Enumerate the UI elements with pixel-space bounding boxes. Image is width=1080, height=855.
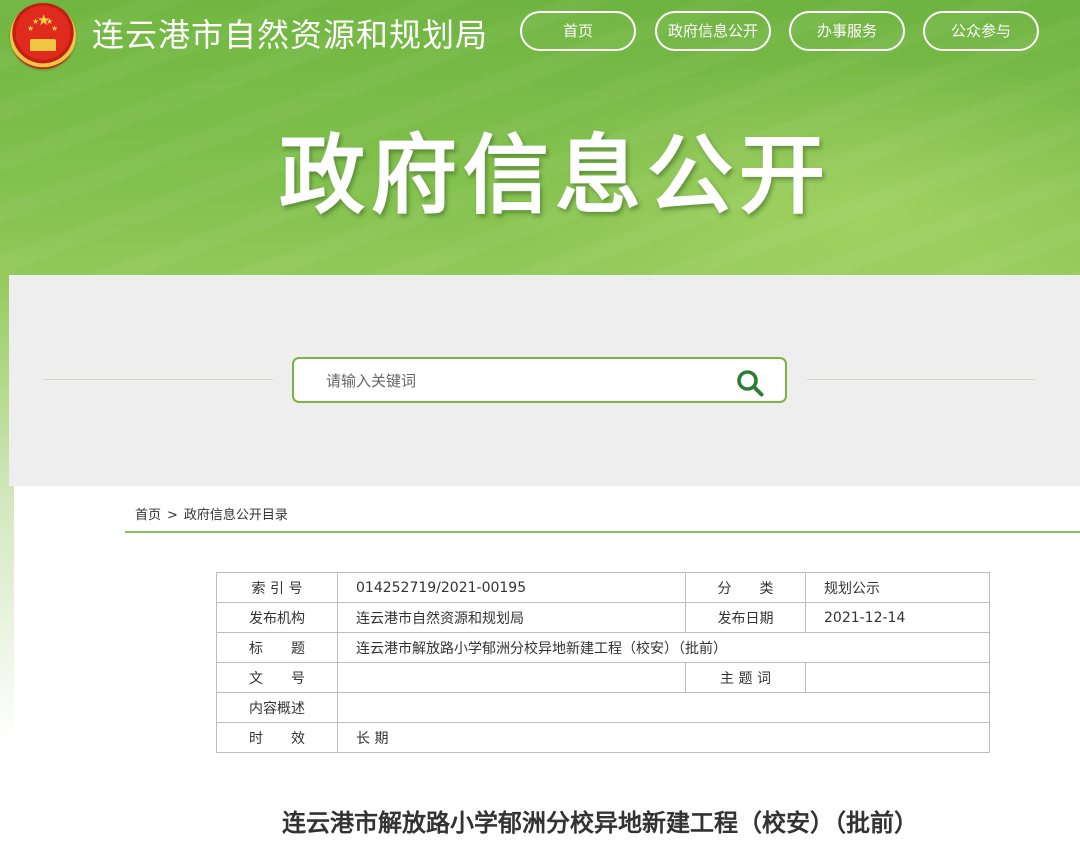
search-panel <box>9 275 1080 486</box>
table-row: 文 号 主 题 词 <box>216 662 990 693</box>
validity-label: 时 效 <box>216 722 338 753</box>
publish-date-label: 发布日期 <box>685 602 806 633</box>
breadcrumb-divider <box>125 531 1080 533</box>
title-label: 标 题 <box>216 632 338 663</box>
search-divider-right <box>807 379 1035 380</box>
search-box <box>292 357 787 403</box>
document-title: 连云港市解放路小学郁洲分校异地新建工程（校安）（批前） <box>282 809 918 837</box>
search-icon[interactable] <box>735 368 765 398</box>
title-value: 连云港市解放路小学郁洲分校异地新建工程（校安）（批前） <box>337 632 990 663</box>
category-label: 分 类 <box>685 572 806 603</box>
summary-value <box>337 692 990 723</box>
breadcrumb-home-link[interactable]: 首页 <box>135 508 161 523</box>
publisher-value: 连云港市自然资源和规划局 <box>337 602 686 633</box>
nav-services-button[interactable]: 办事服务 <box>789 11 905 51</box>
table-row: 内容概述 <box>216 692 990 723</box>
summary-label: 内容概述 <box>216 692 338 723</box>
nav-public-participation-button[interactable]: 公众参与 <box>923 11 1039 51</box>
breadcrumb-current-link[interactable]: 政府信息公开目录 <box>184 508 288 523</box>
publish-date-value: 2021-12-14 <box>805 602 990 633</box>
validity-value: 长 期 <box>337 722 990 753</box>
search-input[interactable] <box>324 369 708 393</box>
table-row: 标 题 连云港市解放路小学郁洲分校异地新建工程（校安）（批前） <box>216 632 990 663</box>
breadcrumb: 首页 > 政府信息公开目录 <box>135 504 288 523</box>
banner-title: 政府信息公开 <box>279 126 831 226</box>
keywords-value <box>805 662 990 693</box>
category-value: 规划公示 <box>805 572 990 603</box>
index-number-label: 索 引 号 <box>216 572 338 603</box>
document-number-value <box>337 662 686 693</box>
site-title[interactable]: 连云港市自然资源和规划局 <box>92 10 488 56</box>
index-number-value: 014252719/2021-00195 <box>337 572 686 603</box>
nav-home-button[interactable]: 首页 <box>520 11 636 51</box>
search-divider-left <box>43 379 273 380</box>
document-number-label: 文 号 <box>216 662 338 693</box>
table-row: 时 效 长 期 <box>216 722 990 753</box>
publisher-label: 发布机构 <box>216 602 338 633</box>
breadcrumb-separator: > <box>167 508 178 523</box>
nav-info-disclosure-button[interactable]: 政府信息公开 <box>655 11 771 51</box>
document-meta-table: 索 引 号 014252719/2021-00195 分 类 规划公示 发布机构… <box>216 572 990 753</box>
keywords-label: 主 题 词 <box>685 662 806 693</box>
national-emblem-icon: ★ ★ ★ ★ ★ <box>10 3 76 69</box>
table-row: 发布机构 连云港市自然资源和规划局 发布日期 2021-12-14 <box>216 602 990 633</box>
table-row: 索 引 号 014252719/2021-00195 分 类 规划公示 <box>216 572 990 603</box>
